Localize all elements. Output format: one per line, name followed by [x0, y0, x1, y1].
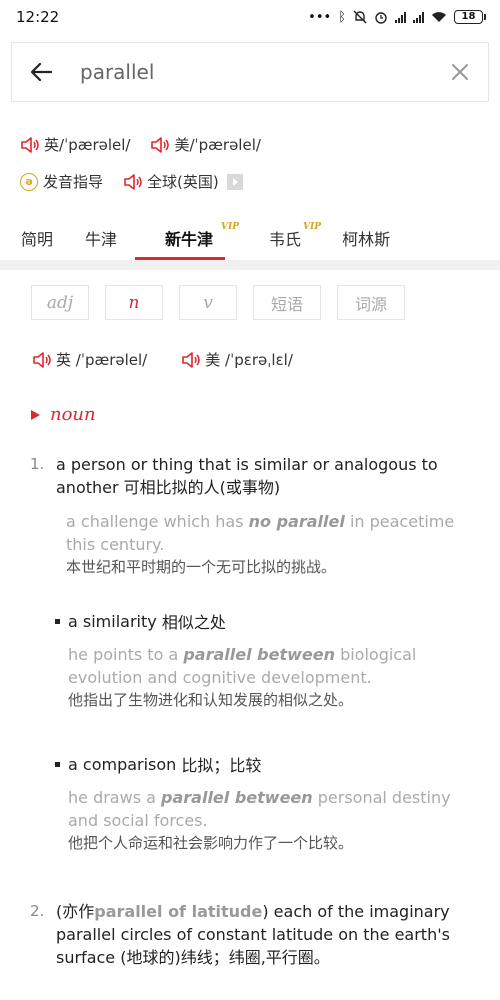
alarm-icon	[375, 12, 387, 24]
example-translation: 他把个人命运和社会影响力作了一个比较。	[68, 834, 354, 852]
mute-icon	[353, 10, 367, 24]
sub-sense-cn: 相似之处	[161, 613, 226, 632]
more-dots-icon: •••	[308, 9, 332, 25]
status-time: 12:22	[16, 8, 60, 26]
entry-uk-pronunciation[interactable]: 英 /ˈpærəlel/	[32, 349, 147, 370]
speaker-icon	[33, 351, 51, 368]
definition-2: 2. (亦作parallel of latitude) each of the …	[30, 900, 470, 969]
tab-new-oxford[interactable]: 新牛津 VIP	[135, 216, 239, 260]
definition-number: 1.	[30, 455, 45, 473]
bullet-icon	[55, 761, 60, 767]
example-2: he points to a parallel between biologic…	[68, 643, 468, 712]
example-highlight: parallel between	[183, 645, 335, 664]
speaker-icon	[124, 173, 142, 190]
chip-n[interactable]: n	[105, 285, 163, 320]
wifi-icon	[432, 12, 446, 22]
back-arrow-icon[interactable]	[12, 43, 70, 101]
sub-sense-2: a comparison 比拟；比较	[55, 752, 261, 776]
sub-sense-cn: 比拟；比较	[181, 756, 262, 775]
chip-adj[interactable]: adj	[31, 285, 89, 320]
battery-level: 18	[454, 10, 483, 24]
pronunciation-guide-row: ə 发音指导 全球(英国)	[20, 171, 263, 192]
tab-collins[interactable]: 柯林斯	[342, 216, 390, 260]
sub-sense-1: a similarity 相似之处	[55, 609, 226, 633]
dictionary-tabs: 简明 牛津 新牛津 VIP 韦氏 VIP 柯林斯	[0, 216, 500, 260]
uk-label: 英	[44, 136, 60, 154]
example-text: he draws a	[68, 788, 162, 807]
signal-icon-2	[413, 11, 424, 23]
tab-oxford[interactable]: 牛津	[85, 216, 117, 260]
example-1: a challenge which has no parallel in pea…	[66, 510, 466, 579]
example-text: a challenge which has	[66, 512, 249, 531]
guide-label: 发音指导	[43, 173, 104, 191]
definition-highlight: parallel of latitude	[94, 902, 263, 921]
chip-v[interactable]: v	[179, 285, 237, 320]
entry-us-label: 美	[205, 351, 221, 369]
vip-badge: VIP	[221, 222, 239, 232]
status-bar: 12:22 ••• ᛒ 18	[0, 0, 500, 34]
example-3: he draws a parallel between personal des…	[68, 786, 468, 855]
entry-us-pronunciation[interactable]: 美 /ˈpɛrəˌlɛl/	[181, 349, 293, 370]
speaker-icon	[182, 351, 200, 368]
speaker-icon	[151, 136, 170, 153]
example-text: he points to a	[68, 645, 184, 664]
play-icon[interactable]	[226, 173, 243, 190]
chip-etymology[interactable]: 词源	[337, 285, 405, 320]
definition-1: 1. a person or thing that is similar or …	[30, 453, 470, 499]
vip-badge: VIP	[303, 222, 322, 232]
clear-icon[interactable]	[432, 43, 488, 101]
bluetooth-icon: ᛒ	[338, 9, 346, 25]
tab-label: 新牛津	[165, 230, 214, 249]
global-label: 全球(英国)	[147, 173, 219, 191]
search-input[interactable]	[70, 60, 432, 84]
entry-uk-ipa: /ˈpærəlel/	[75, 350, 148, 369]
global-pronunciation-button[interactable]: 全球(英国)	[123, 171, 243, 192]
definition-number: 2.	[30, 902, 45, 920]
guide-icon: ə	[20, 172, 38, 191]
pos-label: noun	[50, 404, 96, 425]
example-highlight: no parallel	[248, 512, 345, 531]
sub-sense-en: a comparison	[68, 754, 177, 774]
status-icons: ••• ᛒ 18	[308, 10, 486, 25]
us-pronunciation[interactable]: 美/ˈpærəlel/	[150, 134, 261, 155]
sub-sense-en: a similarity	[68, 611, 157, 631]
bullet-icon	[55, 618, 60, 624]
section-divider	[0, 260, 500, 270]
tab-jianming[interactable]: 简明	[21, 216, 53, 260]
battery-icon: 18	[454, 10, 486, 24]
definition-cn: 可相比拟的人(或事物)	[123, 478, 281, 497]
tab-label: 牛津	[85, 230, 118, 249]
speaker-icon	[21, 136, 39, 153]
tab-label: 柯林斯	[342, 230, 391, 249]
entry-us-ipa: /ˈpɛrəˌlɛl/	[225, 350, 293, 369]
signal-icon	[395, 11, 406, 23]
uk-pronunciation[interactable]: 英/ˈpærəlel/	[20, 134, 130, 155]
us-label: 美	[174, 136, 190, 154]
example-translation: 他指出了生物进化和认知发展的相似之处。	[68, 691, 354, 709]
pos-heading[interactable]: noun	[31, 404, 96, 425]
tab-merriam-webster[interactable]: 韦氏 VIP	[269, 216, 321, 260]
entry-pronunciation-row: 英 /ˈpærəlel/ 美 /ˈpɛrəˌlɛl/	[32, 349, 313, 370]
pronunciation-row: 英/ˈpærəlel/ 美/ˈpærəlel/	[20, 134, 281, 155]
entry-uk-label: 英	[56, 351, 72, 369]
chip-phrases[interactable]: 短语	[253, 285, 321, 320]
search-bar	[11, 42, 489, 102]
uk-ipa: /ˈpærəlel/	[59, 135, 131, 154]
example-translation: 本世纪和平时期的一个无可比拟的挑战。	[66, 558, 337, 576]
definition-text: (亦作	[56, 902, 95, 921]
tab-label: 韦氏	[269, 230, 302, 249]
us-ipa: /ˈpærəlel/	[189, 135, 261, 154]
pos-filter: adj n v 短语 词源	[31, 285, 405, 320]
collapse-triangle-icon	[31, 409, 40, 420]
tab-label: 简明	[21, 230, 54, 249]
pronunciation-guide-button[interactable]: ə 发音指导	[20, 171, 103, 192]
example-highlight: parallel between	[161, 788, 313, 807]
